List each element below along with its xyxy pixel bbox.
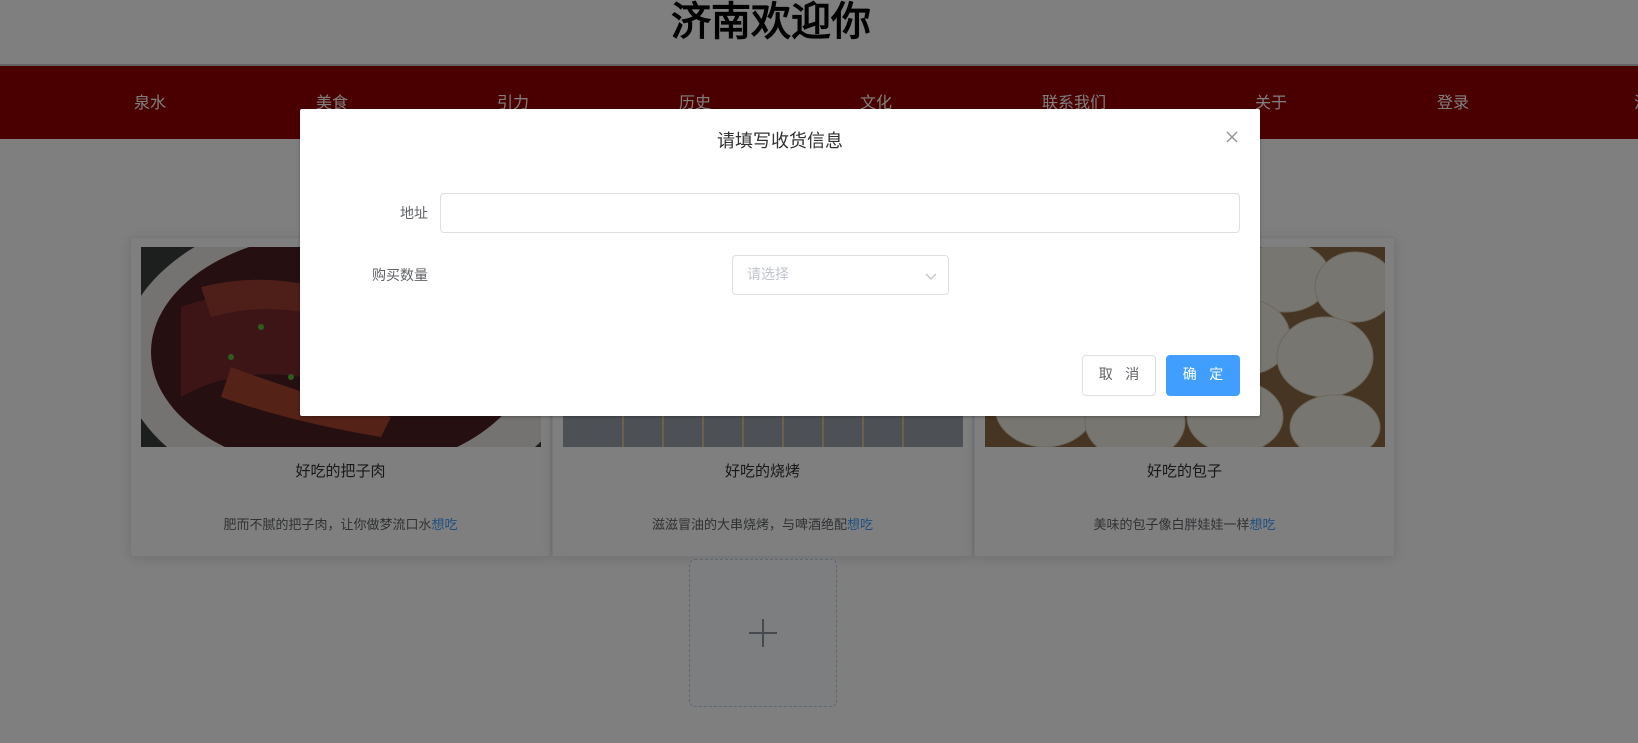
quantity-select[interactable]: 请选择 xyxy=(732,255,949,295)
address-input[interactable] xyxy=(440,193,1240,233)
close-icon[interactable] xyxy=(1224,129,1240,145)
page: 济南欢迎你 泉水 美食 引力 历史 文化 联系我们 关于 登录 注册 xyxy=(0,0,1638,743)
quantity-placeholder: 请选择 xyxy=(747,267,789,283)
chevron-down-icon xyxy=(924,269,938,283)
address-label: 地址 xyxy=(400,206,428,222)
shipping-info-dialog: 请填写收货信息 地址 购买数量 请选择 取 消 确 定 xyxy=(300,109,1260,416)
confirm-button[interactable]: 确 定 xyxy=(1166,355,1240,396)
cancel-button[interactable]: 取 消 xyxy=(1082,355,1156,396)
dialog-title: 请填写收货信息 xyxy=(717,131,843,152)
quantity-label: 购买数量 xyxy=(372,268,428,284)
